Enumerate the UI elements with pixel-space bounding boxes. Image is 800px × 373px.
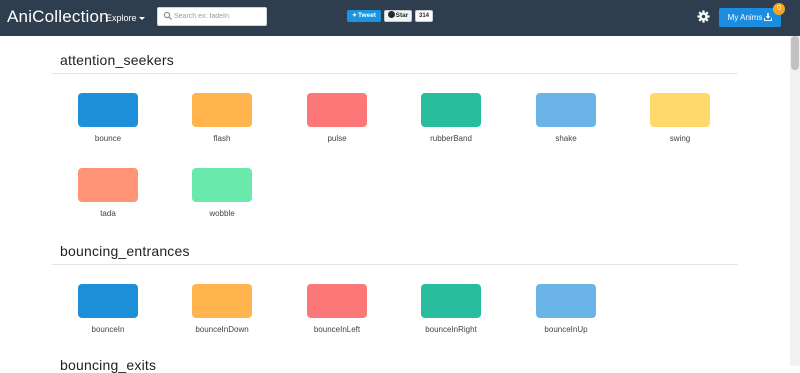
section-title: attention_seekers	[60, 52, 174, 68]
search-icon	[163, 11, 173, 21]
animation-card[interactable]: bounceIn	[58, 284, 158, 335]
animation-name: rubberBand	[430, 134, 472, 143]
animation-preview-box[interactable]	[307, 93, 367, 127]
page-scrollbar-track[interactable]	[790, 36, 800, 366]
section-divider	[52, 73, 738, 74]
caret-down-icon	[138, 17, 145, 21]
animation-name: bounceInDown	[195, 325, 249, 334]
animation-name: bounceInRight	[425, 325, 477, 334]
animation-card[interactable]: bounceInLeft	[287, 284, 387, 335]
animation-preview-box[interactable]	[421, 93, 481, 127]
animation-preview-box[interactable]	[78, 93, 138, 127]
animation-preview-box[interactable]	[78, 284, 138, 318]
twitter-bird-icon: ✦	[352, 13, 358, 19]
brand-logo[interactable]: AniCollection	[7, 7, 109, 27]
animation-card[interactable]: bounceInUp	[516, 284, 616, 335]
animation-card[interactable]: swing	[630, 93, 730, 144]
animation-card[interactable]: rubberBand	[401, 93, 501, 144]
animation-preview-box[interactable]	[78, 168, 138, 202]
animation-name: bounceInLeft	[313, 325, 361, 334]
my-anims-label: My Anims	[727, 13, 763, 22]
animation-card[interactable]: bounceInDown	[172, 284, 272, 335]
animation-name: bounceInUp	[544, 325, 588, 334]
animation-name: bounceIn	[91, 325, 125, 334]
section-title: bouncing_entrances	[60, 243, 190, 259]
animation-preview-box[interactable]	[307, 284, 367, 318]
top-navbar: AniCollection Explore ✦Tweet Star 314 My…	[0, 0, 800, 36]
animation-preview-box[interactable]	[192, 284, 252, 318]
animation-card[interactable]: flash	[172, 93, 272, 144]
animation-card[interactable]: pulse	[287, 93, 387, 144]
explore-menu[interactable]: Explore	[106, 12, 145, 24]
tweet-button[interactable]: ✦Tweet	[347, 10, 381, 22]
section-title: bouncing_exits	[60, 357, 157, 373]
page-scrollbar-thumb[interactable]	[791, 36, 799, 70]
animation-name: flash	[213, 134, 231, 143]
section-divider	[52, 264, 738, 265]
animation-card[interactable]: bounceInRight	[401, 284, 501, 335]
animation-preview-box[interactable]	[536, 284, 596, 318]
search-box	[157, 7, 267, 26]
animation-preview-box[interactable]	[536, 93, 596, 127]
animation-card[interactable]: tada	[58, 168, 158, 219]
animation-preview-box[interactable]	[421, 284, 481, 318]
tweet-label: Tweet	[358, 12, 376, 19]
animation-name: swing	[669, 134, 691, 143]
star-count[interactable]: 314	[415, 10, 433, 22]
animation-preview-box[interactable]	[192, 168, 252, 202]
download-icon	[764, 13, 773, 21]
animation-name: shake	[555, 134, 577, 143]
animation-preview-box[interactable]	[650, 93, 710, 127]
explore-label: Explore	[106, 13, 137, 23]
search-input[interactable]	[174, 8, 262, 25]
animation-name: wobble	[209, 209, 235, 218]
animation-name: tada	[100, 209, 116, 218]
my-anims-button[interactable]: My Anims	[719, 8, 781, 27]
animation-preview-box[interactable]	[192, 93, 252, 127]
github-icon	[387, 11, 395, 18]
gear-icon[interactable]	[697, 10, 710, 23]
animation-name: pulse	[327, 134, 347, 143]
star-label: Star	[395, 12, 409, 19]
animation-card[interactable]: bounce	[58, 93, 158, 144]
github-star-button[interactable]: Star	[384, 10, 412, 22]
my-anims-count-badge: 0	[773, 3, 785, 15]
animation-name: bounce	[94, 134, 122, 143]
animation-card[interactable]: wobble	[172, 168, 272, 219]
animation-card[interactable]: shake	[516, 93, 616, 144]
